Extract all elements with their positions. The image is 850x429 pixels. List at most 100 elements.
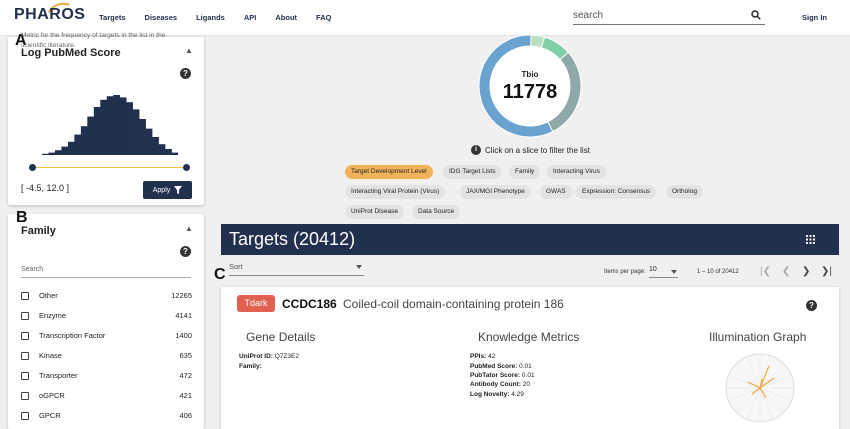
uniprot-id-value[interactable]: Q7Z3E2	[275, 353, 299, 360]
family-label: Family:	[239, 363, 262, 370]
family-item-enzyme[interactable]: Enzyme 4141	[21, 310, 192, 322]
range-slider-track[interactable]	[32, 167, 187, 168]
family-row: Family:	[239, 363, 262, 370]
family-item-transporter[interactable]: Transporter 472	[21, 370, 192, 382]
search-icon[interactable]	[751, 10, 761, 20]
donut-filter-hint: i Click on a slice to filter the list	[471, 145, 590, 155]
apply-button-label: Apply	[152, 186, 171, 194]
histogram-bar	[80, 126, 88, 155]
checkbox[interactable]	[21, 412, 29, 420]
info-icon: i	[471, 145, 481, 155]
histogram-bar	[42, 153, 49, 155]
items-per-page-value: 10	[649, 266, 657, 273]
chip-expression-consensus[interactable]: Expression: Consensus	[576, 185, 657, 199]
nav-faq[interactable]: FAQ	[316, 13, 331, 22]
grid-view-icon[interactable]	[806, 235, 815, 244]
chip-interacting-viral-protein[interactable]: Interacting Viral Protein (Virus)	[345, 185, 446, 199]
pubmed-score-histogram	[42, 95, 178, 155]
target-symbol[interactable]: CCDC186	[282, 297, 337, 311]
chip-ortholog[interactable]: Ortholog	[666, 185, 703, 199]
first-page-icon[interactable]: |❮	[760, 266, 771, 277]
family-label: Other	[39, 291, 58, 300]
pharos-logo[interactable]: PHAROS	[14, 6, 85, 24]
nav-api[interactable]: API	[244, 13, 257, 22]
range-slider-min-handle[interactable]	[29, 164, 36, 171]
metric-pubmed-score: PubMed Score: 0.01	[470, 363, 532, 370]
histogram-bar	[152, 137, 159, 155]
illumination-graph[interactable]	[724, 352, 796, 424]
search-placeholder: search	[573, 10, 604, 21]
pagination-range: 1 – 10 of 20412	[697, 269, 739, 275]
family-item-ogpcr[interactable]: oGPCR 421	[21, 390, 192, 402]
checkbox[interactable]	[21, 352, 29, 360]
sort-select[interactable]: Sort	[229, 262, 364, 276]
chip-uniprot-disease[interactable]: UniProt Disease	[345, 205, 404, 219]
donut-hint-text: Click on a slice to filter the list	[485, 145, 590, 155]
chip-data-source[interactable]: Data Source	[412, 205, 461, 219]
tdl-badge: Tdark	[237, 295, 275, 312]
nav-targets[interactable]: Targets	[99, 13, 126, 22]
chip-idg-target-lists[interactable]: IDG Target Lists	[443, 165, 502, 179]
chip-interacting-virus[interactable]: Interacting Virus	[547, 165, 606, 179]
histogram-bar	[67, 141, 75, 155]
metric-log-novelty: Log Novelty: 4.29	[470, 391, 524, 398]
range-slider-max-handle[interactable]	[183, 164, 190, 171]
checkbox[interactable]	[21, 372, 29, 380]
next-page-icon[interactable]: ❯	[802, 266, 810, 277]
metric-label: Antibody Count:	[470, 381, 521, 388]
last-page-icon[interactable]: ❯|	[821, 266, 832, 277]
sign-in-link[interactable]: Sign In	[802, 13, 827, 22]
checkbox[interactable]	[21, 392, 29, 400]
collapse-chevron-icon[interactable]: ▲	[185, 224, 193, 233]
checkbox[interactable]	[21, 292, 29, 300]
search-input[interactable]: search	[573, 9, 765, 25]
histogram-bar	[106, 96, 114, 155]
family-label: GPCR	[39, 411, 61, 420]
histogram-bar	[139, 119, 146, 155]
nav-about[interactable]: About	[275, 13, 297, 22]
chip-family[interactable]: Family	[509, 165, 541, 179]
apply-filter-button[interactable]: Apply	[143, 181, 192, 199]
help-icon[interactable]: ?	[180, 246, 191, 257]
family-count: 1400	[175, 331, 192, 340]
donut-center-count: 11778	[502, 81, 558, 103]
previous-page-icon[interactable]: ❮	[782, 266, 790, 277]
histogram-bar	[113, 95, 121, 155]
uniprot-id-label: UniProt ID:	[239, 353, 273, 360]
histogram-bar	[48, 152, 56, 155]
main-nav: Targets Diseases Ligands API About FAQ	[99, 13, 350, 22]
nav-ligands[interactable]: Ligands	[196, 13, 225, 22]
chip-jax-mgi-phenotype[interactable]: JAX/MGI Phenotype	[460, 185, 531, 199]
family-search-input[interactable]: Search	[21, 266, 191, 278]
histogram-bar	[100, 99, 108, 155]
histogram-bar	[74, 134, 82, 155]
family-item-transcription-factor[interactable]: Transcription Factor 1400	[21, 330, 192, 342]
target-protein-name: Coiled-coil domain-containing protein 18…	[343, 297, 564, 311]
family-item-kinase[interactable]: Kinase 635	[21, 350, 192, 362]
nav-diseases[interactable]: Diseases	[145, 13, 178, 22]
help-icon[interactable]: ?	[806, 300, 817, 311]
illumination-graph-heading: Illumination Graph	[709, 330, 807, 344]
family-item-gpcr[interactable]: GPCR 406	[21, 410, 192, 422]
sort-label: Sort	[229, 262, 243, 271]
chip-gwas[interactable]: GWAS	[540, 185, 572, 199]
chip-target-development-level[interactable]: Target Development Level	[345, 165, 433, 179]
items-per-page-select[interactable]: 10	[649, 266, 678, 278]
histogram-bar	[132, 109, 140, 155]
family-item-other[interactable]: Other 12265	[21, 290, 192, 302]
histogram-bar	[165, 149, 172, 155]
histogram-bar	[54, 150, 62, 155]
dropdown-arrow-icon	[356, 265, 362, 269]
gene-details-heading: Gene Details	[246, 330, 316, 344]
checkbox[interactable]	[21, 332, 29, 340]
family-count: 4141	[175, 311, 192, 320]
checkbox[interactable]	[21, 312, 29, 320]
knowledge-metrics-heading: Knowledge Metrics	[478, 330, 580, 344]
targets-header-bar: Targets (20412)	[221, 224, 839, 255]
metric-ppis: PPIs: 42	[470, 353, 495, 360]
help-icon[interactable]: ?	[180, 68, 191, 79]
items-per-page-label: Items per page:	[604, 269, 646, 275]
collapse-chevron-icon[interactable]: ▲	[185, 46, 193, 55]
range-value-text: [ -4.5, 12.0 ]	[21, 183, 70, 193]
metric-value: 20	[522, 381, 530, 388]
